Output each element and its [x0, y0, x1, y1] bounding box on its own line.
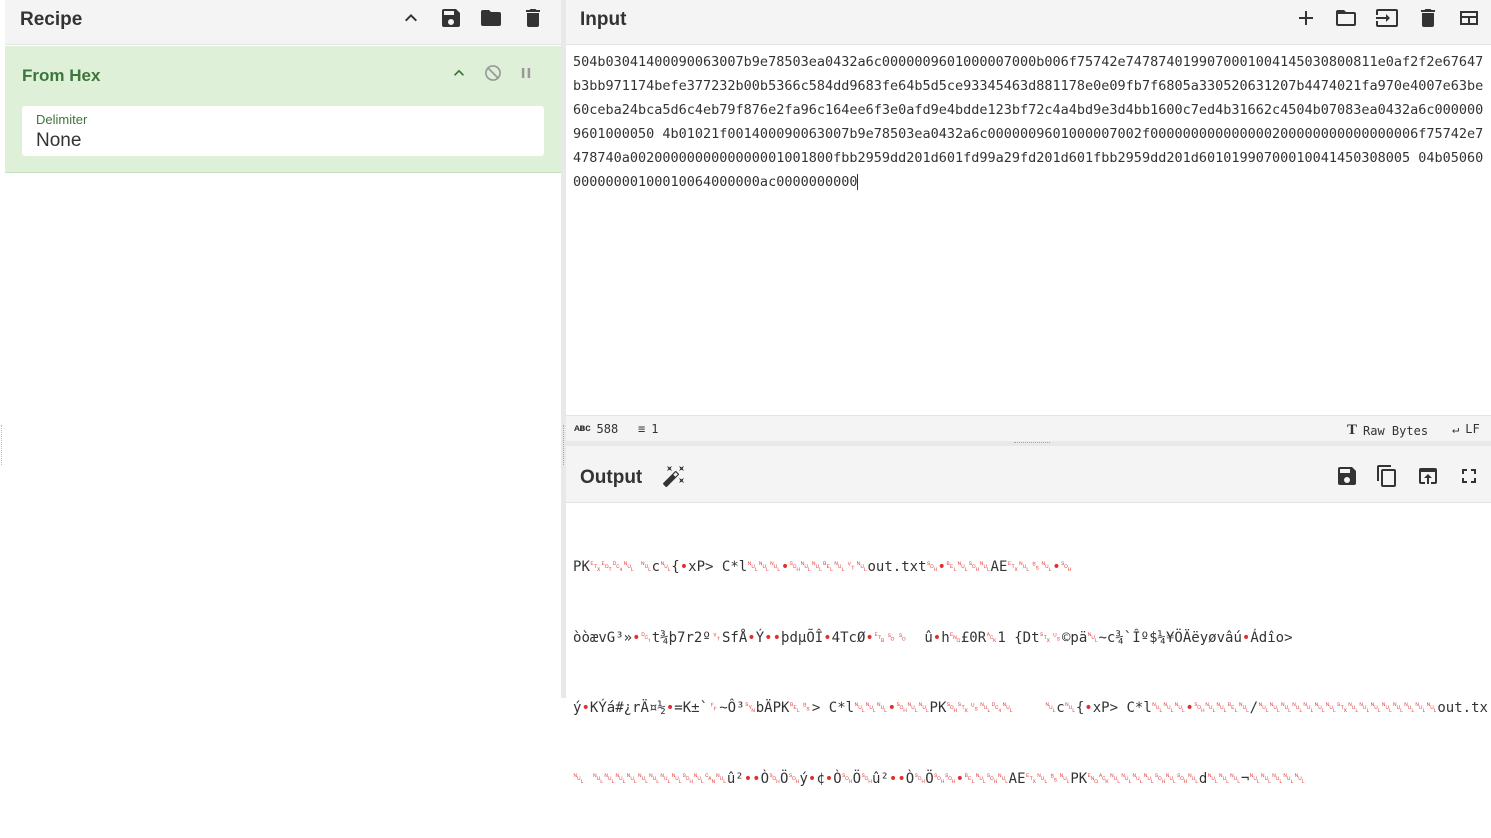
disable-icon[interactable]: [482, 62, 504, 84]
lines-icon: ≡: [638, 422, 646, 436]
divider-grip[interactable]: [1014, 442, 1050, 444]
output-pane: Output PK␃␄␔␀ ␀c␀{•xP> C*l␀␀␀•␁␀␀␇␀␋␀out…: [566, 446, 1491, 787]
lines-value: 1: [651, 422, 659, 436]
divider-grip[interactable]: [563, 425, 564, 465]
eol-selector[interactable]: ↵ LF: [1452, 422, 1480, 436]
output-line: ␀ ␀␀␀␀␀␀␀␀␁␀␘␀û²••Ò␁Ö␁ý•¢•Ò␁Ö␁û²••Ò␁Ö␁␁•…: [573, 770, 1306, 787]
chevron-up-icon[interactable]: [448, 62, 470, 84]
output-line: ý•KÝá#¿rÄ¤½•=K±`␌~Ô³␖bÄPK␇␈> C*l␀␀␀•␁␀␀P…: [573, 700, 1488, 716]
save-icon[interactable]: [1334, 463, 1360, 489]
input-content: 504b03041400090063007b9e78503ea0432a6c00…: [573, 54, 1484, 190]
left-resize-grip[interactable]: [1, 425, 3, 465]
trash-icon[interactable]: [520, 5, 546, 31]
pause-icon[interactable]: [515, 62, 537, 84]
output-line: PK␃␄␔␀ ␀c␀{•xP> C*l␀␀␀•␁␀␀␇␀␋␀out.txt␁•␇…: [573, 559, 1072, 575]
eol-label: LF: [1465, 422, 1480, 436]
operation-title: From Hex: [22, 66, 101, 85]
folder-icon[interactable]: [478, 5, 504, 31]
return-icon: ↵: [1452, 422, 1460, 436]
recipe-header: Recipe: [5, 0, 561, 45]
operation-from-hex[interactable]: From Hex Delimiter None: [5, 46, 561, 173]
maximize-icon[interactable]: [1456, 463, 1482, 489]
encoding-selector[interactable]: T Raw Bytes: [1347, 422, 1428, 439]
output-display[interactable]: PK␃␄␔␀ ␀c␀{•xP> C*l␀␀␀•␁␀␀␇␀␋␀out.txt␁•␇…: [573, 509, 1488, 838]
trash-icon[interactable]: [1415, 5, 1441, 31]
folder-icon[interactable]: [1333, 5, 1359, 31]
encoding-label: Raw Bytes: [1363, 423, 1429, 438]
text-cursor: [857, 174, 859, 190]
delimiter-label: Delimiter: [36, 112, 88, 127]
layout-icon[interactable]: [1456, 5, 1482, 31]
output-header: Output: [566, 446, 1491, 503]
output-line: òòævG³»•␑t¾þ7r2º␋SfÅ•Ý••þdµÕÎ•4TcØ•␗␎␎ û…: [573, 629, 1293, 646]
text-format-icon: T: [1347, 422, 1358, 438]
delimiter-field[interactable]: Delimiter None: [22, 106, 544, 156]
length-value: 588: [596, 422, 619, 436]
recipe-pane: Recipe From Hex Delimiter None: [5, 0, 561, 698]
input-pane: Input 504b03041400090063007b9e78503ea043…: [566, 0, 1491, 442]
recipe-title: Recipe: [20, 9, 83, 30]
abc-icon: ᴀʙᴄ: [574, 423, 591, 434]
lines-indicator: ≡ 1: [638, 422, 658, 436]
input-status-bar: ᴀʙᴄ 588 ≡ 1 T Raw Bytes ↵ LF: [566, 415, 1491, 442]
chevron-up-icon[interactable]: [398, 5, 424, 31]
input-header: Input: [566, 0, 1491, 45]
output-title: Output: [580, 467, 643, 488]
save-icon[interactable]: [438, 5, 464, 31]
input-textarea[interactable]: 504b03041400090063007b9e78503ea0432a6c00…: [573, 50, 1488, 410]
copy-icon[interactable]: [1374, 463, 1400, 489]
length-indicator: ᴀʙᴄ 588: [574, 422, 618, 436]
import-icon[interactable]: [1374, 5, 1400, 31]
delimiter-value[interactable]: None: [36, 130, 81, 152]
input-title: Input: [580, 9, 627, 30]
magic-wand-icon[interactable]: [661, 463, 687, 489]
replace-input-icon[interactable]: [1415, 463, 1441, 489]
plus-icon[interactable]: [1293, 5, 1319, 31]
